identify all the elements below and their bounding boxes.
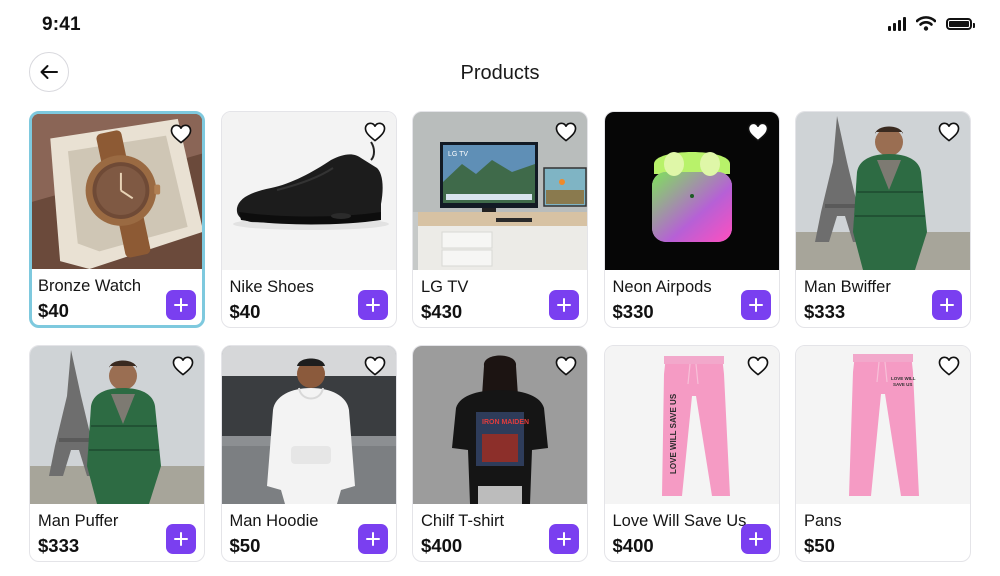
product-name: LG TV [421, 278, 469, 296]
add-to-cart-button[interactable] [549, 290, 579, 320]
product-card-pans[interactable]: Pans $50 [795, 345, 971, 562]
plus-icon [173, 531, 189, 547]
heart-icon[interactable] [170, 124, 192, 144]
battery-icon [946, 17, 975, 30]
product-name: Bronze Watch [38, 277, 142, 295]
product-price: $330 [612, 301, 654, 322]
plus-icon [748, 531, 764, 547]
product-card-love-will-save-us[interactable]: Love Will Save Us $400 [603, 345, 780, 562]
product-price: $430 [421, 301, 463, 322]
product-name: Pans [804, 512, 842, 530]
add-to-cart-button[interactable] [740, 290, 771, 320]
add-to-cart-button[interactable] [740, 524, 771, 554]
add-to-cart-button[interactable] [357, 524, 388, 554]
heart-icon[interactable] [555, 356, 577, 376]
product-price: $400 [421, 535, 463, 556]
product-price: $40 [38, 300, 69, 321]
plus-icon [556, 531, 572, 547]
status-icons [888, 16, 975, 31]
add-to-cart-button[interactable] [932, 290, 962, 320]
plus-icon [748, 297, 764, 313]
product-grid: Bronze Watch $40 Nike Shoes $40 LG TV $4… [29, 111, 971, 562]
product-card-man-hoodie[interactable]: Man Hoodie $50 [220, 345, 397, 562]
plus-icon [365, 531, 381, 547]
product-card-man-bwiffer[interactable]: Man Bwiffer $333 [795, 111, 971, 328]
product-price: $40 [229, 301, 261, 322]
product-name: Man Hoodie [229, 512, 319, 530]
plus-icon [556, 297, 572, 313]
heart-icon[interactable] [172, 356, 194, 376]
product-name: Man Puffer [38, 512, 119, 530]
cellular-signal-icon [888, 16, 906, 31]
product-card-man-puffer[interactable]: Man Puffer $333 [29, 345, 205, 562]
heart-icon[interactable] [938, 356, 960, 376]
heart-icon[interactable] [747, 122, 769, 142]
heart-icon[interactable] [747, 356, 769, 376]
plus-icon [939, 297, 955, 313]
add-to-cart-button[interactable] [166, 524, 196, 554]
product-price: $400 [612, 535, 654, 556]
add-to-cart-button[interactable] [166, 290, 196, 320]
product-name: Man Bwiffer [804, 278, 891, 296]
product-card-chilf-tshirt[interactable]: Chilf T-shirt $400 [412, 345, 588, 562]
status-bar: 9:41 [0, 0, 1000, 50]
plus-icon [173, 297, 189, 313]
heart-icon[interactable] [364, 122, 386, 142]
wifi-icon [916, 16, 936, 31]
add-to-cart-button[interactable] [357, 290, 388, 320]
product-card-bronze-watch[interactable]: Bronze Watch $40 [29, 111, 205, 328]
product-name: Neon Airpods [612, 278, 712, 296]
product-card-lg-tv[interactable]: LG TV $430 [412, 111, 588, 328]
page-title: Products [460, 62, 540, 84]
product-name: Chilf T-shirt [421, 512, 505, 530]
product-price: $50 [804, 535, 835, 556]
product-name: Love Will Save Us [612, 512, 747, 530]
status-time: 9:41 [42, 14, 81, 35]
heart-icon[interactable] [555, 122, 577, 142]
product-price: $333 [804, 301, 846, 322]
product-price: $50 [229, 535, 261, 556]
heart-icon[interactable] [364, 356, 386, 376]
add-to-cart-button[interactable] [549, 524, 579, 554]
heart-icon[interactable] [938, 122, 960, 142]
plus-icon [365, 297, 381, 313]
product-name: Nike Shoes [229, 278, 314, 296]
product-card-neon-airpods[interactable]: Neon Airpods $330 [603, 111, 780, 328]
product-card-nike-shoes[interactable]: Nike Shoes $40 [220, 111, 397, 328]
product-price: $333 [38, 535, 80, 556]
